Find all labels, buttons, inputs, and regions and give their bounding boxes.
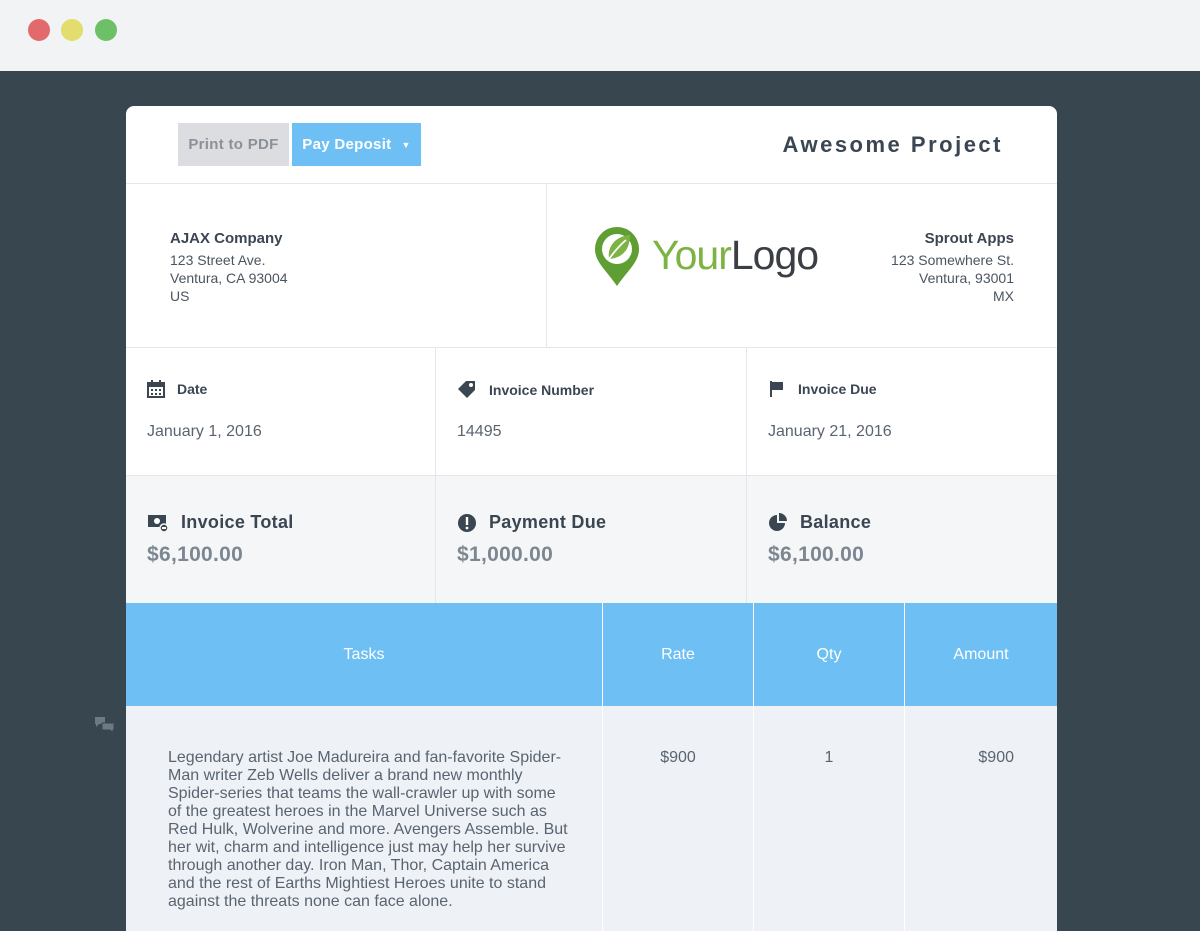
invoice-toolbar: Print to PDF Pay Deposit ▼ Awesome Proje… (126, 106, 1057, 184)
logo-word-logo: Logo (730, 232, 819, 278)
sender-name: AJAX Company (170, 230, 283, 247)
balance-label-row: Balance (768, 512, 871, 533)
qty-cell: 1 (754, 706, 905, 931)
balance-cell: Balance $6,100.00 (747, 476, 1057, 603)
invoice-due-label-row: Invoice Due (768, 380, 877, 398)
pie-chart-icon (769, 512, 787, 531)
window-maximize-button[interactable] (95, 19, 117, 41)
invoice-number-label: Invoice Number (489, 382, 595, 398)
caret-down-icon: ▼ (401, 139, 411, 150)
payment-due-cell: Payment Due $1,000.00 (436, 476, 747, 603)
invoice-number-value: 14495 (457, 423, 502, 440)
payment-due-label-row: Payment Due (457, 512, 606, 533)
table-row: Legendary artist Joe Madureira and fan-f… (126, 706, 1057, 931)
comment-icon[interactable] (94, 716, 116, 736)
pay-deposit-button[interactable]: Pay Deposit ▼ (292, 123, 421, 166)
logo-text: YourLogo (652, 232, 819, 279)
payment-due-label: Payment Due (489, 512, 607, 532)
pay-deposit-label: Pay Deposit (302, 136, 392, 153)
date-label: Date (177, 381, 208, 397)
company-logo: YourLogo (592, 224, 832, 294)
invoice-number-label-row: Invoice Number (457, 380, 594, 400)
window-close-button[interactable] (28, 19, 50, 41)
invoice-total-label-row: Invoice Total (147, 512, 294, 533)
recipient-country: MX (993, 288, 1014, 304)
recipient-address: Sprout Apps 123 Somewhere St. Ventura, 9… (891, 230, 1014, 305)
sender-city: Ventura, CA 93004 (170, 270, 288, 286)
invoice-total-value: $6,100.00 (147, 543, 244, 566)
invoice-meta-row: Date January 1, 2016 Invoice Number 1449… (126, 348, 1057, 476)
sender-country: US (170, 288, 190, 304)
recipient-name: Sprout Apps (924, 230, 1014, 247)
project-title: Awesome Project (782, 132, 1003, 157)
invoice-card: Print to PDF Pay Deposit ▼ Awesome Proje… (126, 106, 1057, 931)
tag-icon (458, 381, 475, 398)
tasks-table-header: Tasks Rate Qty Amount (126, 603, 1057, 706)
window-minimize-button[interactable] (61, 19, 83, 41)
column-header-qty: Qty (754, 603, 905, 706)
leaf-pin-icon (595, 227, 639, 286)
task-cell: Legendary artist Joe Madureira and fan-f… (126, 706, 603, 931)
column-header-amount: Amount (953, 645, 1009, 663)
column-header-tasks: Tasks (126, 603, 603, 706)
sender-address-panel: AJAX Company 123 Street Ave. Ventura, CA… (126, 184, 547, 348)
qty-value: 1 (824, 749, 834, 766)
date-cell: Date January 1, 2016 (126, 348, 436, 476)
address-section: AJAX Company 123 Street Ave. Ventura, CA… (126, 184, 1057, 348)
print-to-pdf-label: Print to PDF (188, 136, 279, 153)
invoice-total-cell: Invoice Total $6,100.00 (126, 476, 436, 603)
print-to-pdf-button[interactable]: Print to PDF (178, 123, 289, 166)
balance-label: Balance (800, 512, 872, 532)
invoice-due-cell: Invoice Due January 21, 2016 (747, 348, 1057, 476)
amount-cell: $900 (905, 706, 1057, 931)
invoice-due-label: Invoice Due (798, 381, 877, 397)
rate-value: $900 (660, 749, 696, 766)
date-value: January 1, 2016 (147, 423, 262, 440)
invoice-total-label: Invoice Total (181, 512, 294, 532)
calendar-icon (147, 380, 165, 398)
payment-due-value: $1,000.00 (457, 543, 554, 566)
rate-cell: $900 (603, 706, 754, 931)
column-header-rate: Rate (603, 603, 754, 706)
totals-row: Invoice Total $6,100.00 Payment Due $1,0… (126, 476, 1057, 603)
sender-street: 123 Street Ave. (170, 252, 266, 268)
recipient-street: 123 Somewhere St. (891, 252, 1014, 268)
date-label-row: Date (147, 380, 207, 398)
flag-icon (770, 381, 783, 397)
recipient-city: Ventura, 93001 (919, 270, 1014, 286)
sender-address: AJAX Company 123 Street Ave. Ventura, CA… (170, 230, 288, 305)
invoice-number-cell: Invoice Number 14495 (436, 348, 747, 476)
logo-word-your: Your (652, 232, 732, 278)
invoice-due-value: January 21, 2016 (768, 423, 892, 440)
invoice-icon (148, 514, 169, 532)
amount-value: $900 (978, 749, 1014, 766)
task-description: Legendary artist Joe Madureira and fan-f… (168, 749, 568, 910)
exclamation-icon (458, 513, 476, 532)
balance-value: $6,100.00 (768, 543, 865, 566)
window-titlebar (0, 0, 1200, 71)
